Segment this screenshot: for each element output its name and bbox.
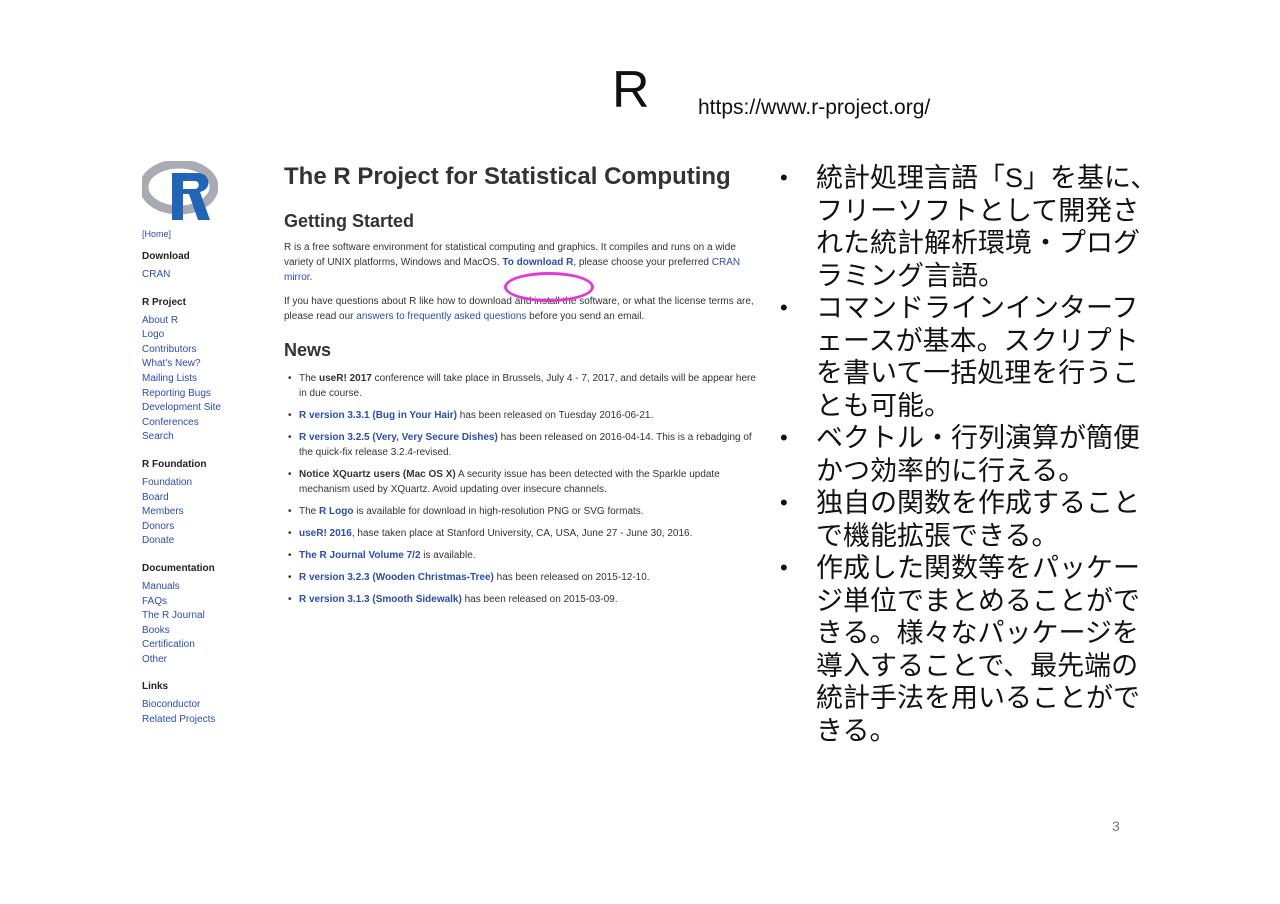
download-r-link[interactable]: To download R — [502, 257, 573, 268]
sidebar-link[interactable]: Related Projects — [142, 713, 262, 728]
sidebar-link[interactable]: Bioconductor — [142, 698, 262, 713]
bullet-item: ベクトル・行列演算が簡便かつ効率的に行える。 — [780, 422, 1160, 487]
sidebar-link[interactable]: Donate — [142, 534, 262, 549]
news-item: The useR! 2017 conference will take plac… — [284, 371, 764, 401]
sidebar-link[interactable]: Other — [142, 653, 262, 668]
main-content: The R Project for Statistical Computing … — [284, 163, 764, 614]
news-link[interactable]: useR! 2016 — [299, 528, 352, 539]
slide-url: https://www.r-project.org/ — [698, 96, 931, 119]
news-bold-text: useR! 2017 — [319, 373, 372, 384]
news-item: Notice XQuartz users (Mac OS X) A securi… — [284, 467, 764, 497]
faq-link[interactable]: answers to frequently asked questions — [356, 311, 526, 322]
sidebar-link[interactable]: Logo — [142, 328, 262, 343]
news-link[interactable]: R Logo — [319, 506, 353, 517]
sidebar-link[interactable]: CRAN — [142, 268, 262, 283]
news-bold-text: Notice XQuartz users (Mac OS X) — [299, 469, 456, 480]
getting-started-heading: Getting Started — [284, 211, 415, 231]
sidebar-link[interactable]: Development Site — [142, 401, 262, 416]
sidebar-section-heading: R Foundation — [142, 458, 207, 470]
news-heading: News — [284, 340, 332, 360]
news-link[interactable]: The R Journal Volume 7/2 — [299, 550, 421, 561]
sidebar-section-heading: Documentation — [142, 562, 215, 574]
bullet-item: 独自の関数を作成することで機能拡張できる。 — [780, 487, 1160, 552]
r-project-webpage-screenshot: [Home] Download CRAN R Project About R Logo C… — [130, 155, 770, 765]
news-item: useR! 2016, hase taken place at Stanford… — [284, 526, 764, 541]
sidebar-link[interactable]: Certification — [142, 638, 262, 653]
bullet-item: コマンドラインインターフェースが基本。スクリプトを書いて一括処理を行うことも可能… — [780, 292, 1160, 422]
sidebar: [Home] Download CRAN R Project About R Logo C… — [142, 229, 262, 728]
news-item: R version 3.1.3 (Smooth Sidewalk) has be… — [284, 592, 764, 607]
sidebar-link[interactable]: Mailing Lists — [142, 372, 262, 387]
sidebar-section-heading: Links — [142, 681, 169, 693]
sidebar-link[interactable]: Donors — [142, 520, 262, 535]
sidebar-section-heading: R Project — [142, 296, 186, 308]
highlight-circle — [504, 272, 594, 302]
news-link[interactable]: R version 3.2.5 (Very, Very Secure Dishe… — [299, 432, 498, 443]
page-title: The R Project for Statistical Computing — [284, 163, 731, 190]
news-link[interactable]: R version 3.1.3 (Smooth Sidewalk) — [299, 594, 462, 605]
bullet-list: 統計処理言語「S」を基に、フリーソフトとして開発された統計解析環境・プログラミン… — [780, 162, 1160, 747]
sidebar-link[interactable]: Books — [142, 624, 262, 639]
slide-title: R — [612, 61, 650, 119]
sidebar-link[interactable]: Members — [142, 505, 262, 520]
home-link[interactable]: [Home] — [142, 229, 262, 239]
sidebar-link[interactable]: Contributors — [142, 343, 262, 358]
r-logo-icon — [142, 161, 218, 220]
news-item: The R Journal Volume 7/2 is available. — [284, 548, 764, 563]
sidebar-link[interactable]: Search — [142, 430, 262, 445]
sidebar-link[interactable]: The R Journal — [142, 609, 262, 624]
news-link[interactable]: R version 3.3.1 (Bug in Your Hair) — [299, 410, 457, 421]
news-list: The useR! 2017 conference will take plac… — [284, 371, 764, 607]
news-item: R version 3.3.1 (Bug in Your Hair) has b… — [284, 408, 764, 423]
bullet-item: 作成した関数等をパッケージ単位でまとめることができる。様々なパッケージを導入する… — [780, 552, 1160, 747]
sidebar-link[interactable]: Manuals — [142, 580, 262, 595]
sidebar-link[interactable]: FAQs — [142, 595, 262, 610]
news-item: R version 3.2.3 (Wooden Christmas-Tree) … — [284, 570, 764, 585]
bullet-item: 統計処理言語「S」を基に、フリーソフトとして開発された統計解析環境・プログラミン… — [780, 162, 1160, 292]
news-item: R version 3.2.5 (Very, Very Secure Dishe… — [284, 430, 764, 460]
sidebar-link[interactable]: Foundation — [142, 476, 262, 491]
news-item: The R Logo is available for download in … — [284, 504, 764, 519]
sidebar-section-heading: Download — [142, 251, 190, 262]
sidebar-link[interactable]: About R — [142, 314, 262, 329]
sidebar-link[interactable]: What's New? — [142, 357, 262, 372]
news-link[interactable]: R version 3.2.3 (Wooden Christmas-Tree) — [299, 572, 494, 583]
sidebar-link[interactable]: Conferences — [142, 416, 262, 431]
sidebar-link[interactable]: Reporting Bugs — [142, 387, 262, 402]
sidebar-link[interactable]: Board — [142, 491, 262, 506]
page-number: 3 — [1112, 818, 1120, 834]
